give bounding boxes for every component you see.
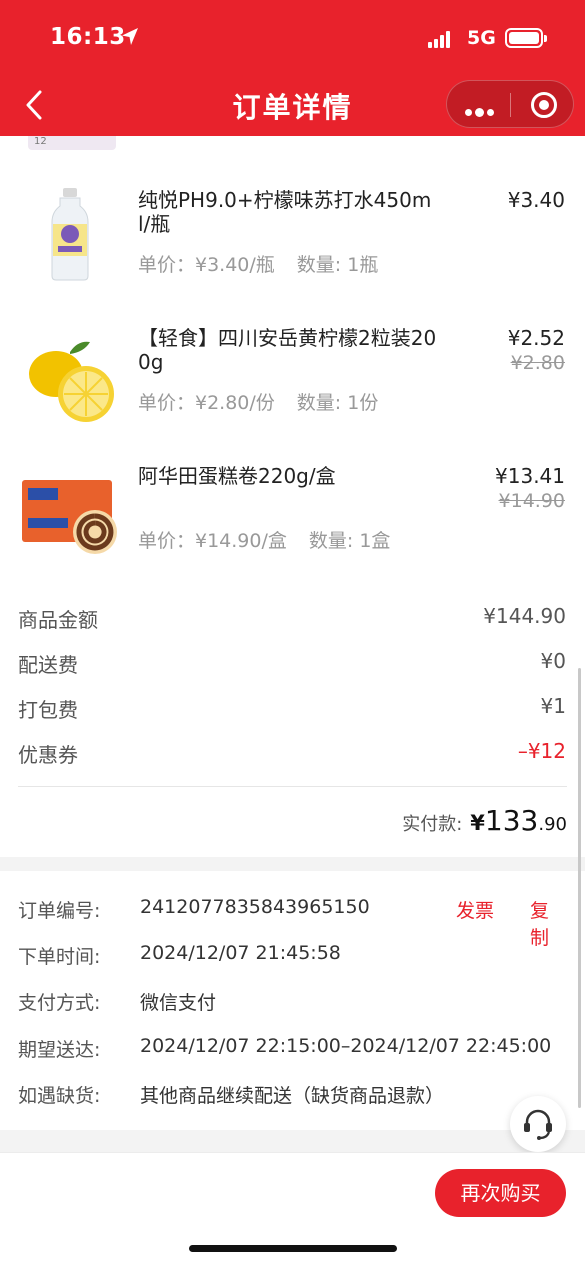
status-time: 16:13 — [50, 24, 126, 50]
fee-row-delivery: 配送费 ¥0 — [18, 649, 566, 679]
payment-method-label: 支付方式: — [18, 992, 101, 1014]
product-image-cake-roll — [22, 480, 117, 554]
product-meta: 单价：¥2.80/份 数量: 1份 — [138, 388, 378, 415]
product-price: ¥2.52 — [507, 326, 565, 350]
expected-delivery-label: 期望送达: — [18, 1039, 101, 1061]
order-time: 2024/12/07 21:45:58 — [140, 942, 341, 964]
product-item[interactable]: 【轻食】四川安岳黄柠檬2粒装200g ¥2.52 ¥2.80 单价：¥2.80/… — [0, 314, 585, 444]
fee-value: –¥12 — [517, 739, 566, 763]
section-gap — [0, 857, 585, 871]
product-item[interactable]: 阿华田蛋糕卷220g/盒 ¥13.41 ¥14.90 单价：¥14.90/盒 数量… — [0, 452, 585, 582]
product-image-soda-water — [51, 188, 89, 281]
scrollbar[interactable] — [578, 668, 581, 1108]
product-item[interactable]: 纯悦PH9.0+柠檬味苏打水450ml/瓶 ¥3.40 单价：¥3.40/瓶 数量… — [0, 176, 585, 306]
battery-icon — [505, 28, 547, 48]
network-type: 5G — [467, 27, 496, 49]
fee-value: ¥144.90 — [483, 604, 566, 628]
top-bar: 16:13 5G 订单详情 — [0, 0, 585, 136]
quantity: 数量: 1瓶 — [296, 254, 379, 276]
order-number: 2412077835843965150 — [140, 896, 370, 918]
mini-program-capsule — [446, 80, 574, 128]
paid-amount: 实付款: ¥133.90 — [402, 804, 567, 837]
home-indicator[interactable] — [189, 1245, 397, 1252]
divider — [18, 786, 567, 787]
paid-symbol: ¥ — [470, 811, 485, 835]
paid-label: 实付款: — [402, 814, 463, 835]
product-original-price: ¥2.80 — [510, 352, 565, 374]
capsule-divider — [510, 93, 511, 117]
customer-service-button[interactable] — [510, 1096, 566, 1152]
order-time-label: 下单时间: — [18, 946, 101, 968]
paid-decimal: .90 — [538, 814, 567, 835]
product-meta: 单价：¥3.40/瓶 数量: 1瓶 — [138, 250, 378, 277]
quantity: 数量: 1盒 — [308, 530, 391, 552]
payment-method: 微信支付 — [140, 992, 217, 1014]
fee-label: 打包费 — [18, 698, 78, 722]
copy-button[interactable]: 复制 — [530, 896, 566, 950]
out-of-stock-label: 如遇缺货: — [18, 1085, 101, 1107]
fee-label: 商品金额 — [18, 608, 98, 632]
fee-value: ¥0 — [540, 649, 566, 673]
paid-integer: 133 — [484, 804, 539, 837]
fee-row-coupon: 优惠券 –¥12 — [18, 739, 566, 769]
fee-label: 优惠券 — [18, 743, 78, 767]
fee-value: ¥1 — [540, 694, 566, 718]
invoice-link[interactable]: 发票 — [456, 896, 494, 923]
previous-product-image: 12 — [28, 136, 116, 150]
product-meta: 单价：¥14.90/盒 数量: 1盒 — [138, 526, 390, 553]
product-price: ¥13.41 — [495, 464, 565, 488]
product-name: 纯悦PH9.0+柠檬味苏打水450ml/瓶 — [138, 188, 432, 236]
fee-row-packing: 打包费 ¥1 — [18, 694, 566, 724]
unit-price: 单价：¥14.90/盒 — [138, 530, 287, 552]
product-original-price: ¥14.90 — [498, 490, 565, 512]
product-name: 【轻食】四川安岳黄柠檬2粒装200g — [138, 326, 437, 374]
customer-service-icon — [524, 1109, 552, 1140]
order-number-label: 订单编号: — [18, 900, 101, 922]
out-of-stock-policy: 其他商品继续配送（缺货商品退款） — [140, 1085, 445, 1107]
section-gap — [0, 1130, 585, 1152]
unit-price: 单价：¥3.40/瓶 — [138, 254, 275, 276]
unit-price: 单价：¥2.80/份 — [138, 392, 275, 414]
target-icon[interactable] — [531, 92, 557, 118]
more-dots-icon[interactable] — [465, 101, 497, 120]
fee-label: 配送费 — [18, 653, 78, 677]
product-price: ¥3.40 — [507, 188, 565, 212]
rebuy-button[interactable]: 再次购买 — [435, 1169, 566, 1217]
product-image-lemon — [29, 341, 114, 422]
quantity: 数量: 1份 — [296, 392, 379, 414]
signal-icon — [428, 29, 452, 48]
product-name: 阿华田蛋糕卷220g/盒 — [138, 464, 336, 488]
expected-delivery: 2024/12/07 22:15:00–2024/12/07 22:45:00 — [140, 1035, 552, 1057]
location-arrow-icon — [122, 28, 138, 45]
fee-row-goods-amount: 商品金额 ¥144.90 — [18, 604, 566, 634]
